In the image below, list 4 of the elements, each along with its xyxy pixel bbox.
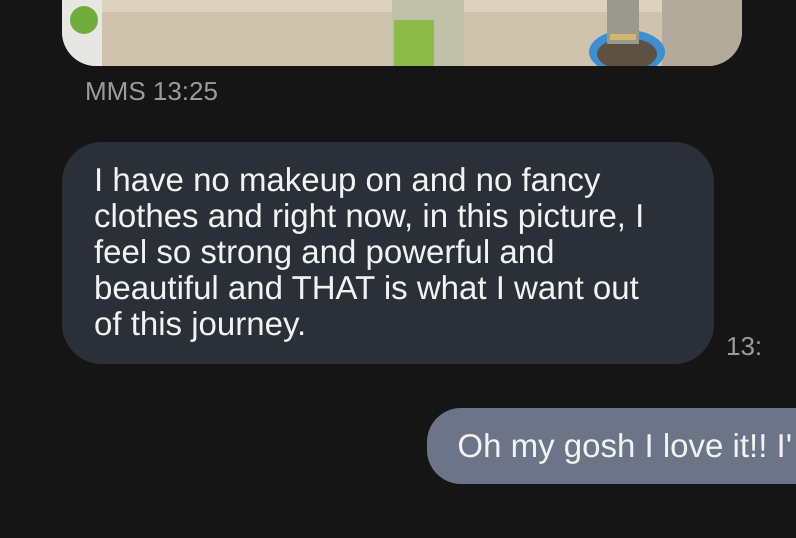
message-bubble[interactable]: I have no makeup on and no fancy clothes and right now, in this picture, I feel so strong and powerful and beautiful and THAT is what I want out of this journey. xyxy=(62,142,714,364)
message-time: 13: xyxy=(726,331,762,362)
message-meta: MMS 13:25 xyxy=(85,76,218,106)
message-bubble[interactable]: Oh my gosh I love it!! I' xyxy=(427,408,796,484)
